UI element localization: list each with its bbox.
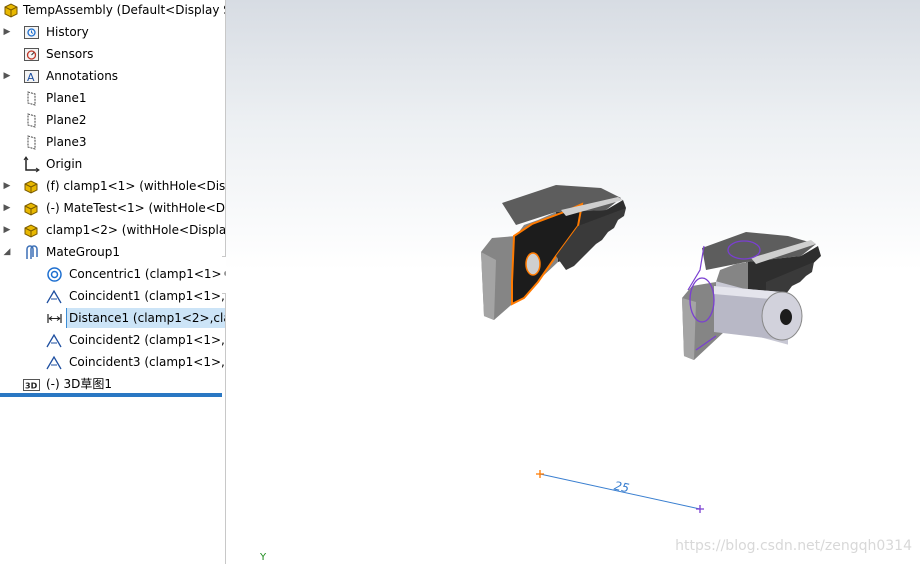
tree-item-distance1[interactable]: Distance1 (clamp1<2>,clamp	[0, 308, 225, 328]
history-icon	[24, 26, 39, 39]
tree-item-label: Sensors	[46, 47, 94, 61]
tree-item-label: (-) 3D草图1	[46, 377, 113, 391]
expand-arrow-icon[interactable]: ▶	[2, 176, 12, 196]
tree-item-label: Coincident2 (clamp1<1>,clar	[69, 333, 225, 347]
watermark-text: https://blog.csdn.net/zengqh0314	[675, 538, 912, 554]
model-canvas	[481, 185, 821, 513]
tree-item-label: Plane2	[46, 113, 87, 127]
tree-item-label: History	[46, 25, 89, 39]
expand-arrow-icon[interactable]: ▶	[2, 198, 12, 218]
tree-item-label: MateGroup1	[46, 245, 120, 259]
clamp-part-left[interactable]	[481, 185, 626, 320]
svg-text:3D: 3D	[25, 382, 38, 391]
tree-item-history[interactable]: ▶ History	[0, 22, 225, 42]
concentric-icon	[47, 267, 62, 282]
distance-icon	[47, 314, 62, 323]
plane-icon	[27, 91, 36, 106]
clamp-part-right[interactable]	[682, 232, 821, 360]
tree-item-mategroup1[interactable]: ◢ MateGroup1	[0, 242, 225, 262]
rollback-bar[interactable]	[0, 393, 222, 397]
tree-item-coincident3[interactable]: Coincident3 (clamp1<1>,clar	[0, 352, 225, 372]
triad-axis-y-label: Y	[260, 552, 267, 563]
tree-item-plane2[interactable]: Plane2	[0, 110, 225, 130]
distance-dimension-value[interactable]: 25	[613, 479, 631, 496]
tree-item-sensors[interactable]: Sensors	[0, 44, 225, 64]
tree-item-coincident2[interactable]: Coincident2 (clamp1<1>,clar	[0, 330, 225, 350]
part-icon	[24, 224, 38, 238]
plane-icon	[27, 113, 36, 128]
origin-icon	[23, 156, 40, 173]
tree-item-clamp1-2[interactable]: ▶ clamp1<2> (withHole<Display Sta	[0, 220, 225, 240]
tree-item-label: (-) MateTest<1> (withHole<Displa	[46, 201, 225, 215]
mategroup-icon	[26, 245, 38, 259]
tree-item-plane1[interactable]: Plane1	[0, 88, 225, 108]
part-icon	[24, 180, 38, 194]
plane-icon	[27, 135, 36, 150]
sensors-icon	[24, 48, 39, 61]
part-icon	[24, 202, 38, 216]
tree-item-label: Annotations	[46, 69, 119, 83]
tree-item-label: Distance1 (clamp1<2>,clamp	[66, 308, 225, 328]
expand-arrow-icon[interactable]: ▶	[2, 220, 12, 240]
tree-item-label: Concentric1 (clamp1<1>,Mat	[69, 267, 225, 281]
sketch3d-icon: 3D	[23, 379, 40, 391]
tree-item-label: (f) clamp1<1> (withHole<Display	[46, 179, 225, 193]
coincident-icon	[46, 289, 62, 304]
tree-item-3dsketch1[interactable]: 3D (-) 3D草图1	[0, 374, 225, 394]
expand-arrow-icon[interactable]: ▶	[2, 22, 12, 42]
tree-item-label: Plane1	[46, 91, 87, 105]
coincident-icon	[46, 355, 62, 370]
tree-item-label: Coincident1 (clamp1<1>,Mat	[69, 289, 225, 303]
tree-item-matetest-1[interactable]: ▶ (-) MateTest<1> (withHole<Displa	[0, 198, 225, 218]
tree-item-label: Coincident3 (clamp1<1>,clar	[69, 355, 225, 369]
tree-item-clamp1-1[interactable]: ▶ (f) clamp1<1> (withHole<Display	[0, 176, 225, 196]
tree-item-plane3[interactable]: Plane3	[0, 132, 225, 152]
expand-arrow-icon[interactable]: ▶	[2, 66, 12, 86]
tree-item-annotations[interactable]: ▶ A Annotations	[0, 66, 225, 86]
annotations-icon: A	[24, 70, 39, 84]
feature-manager-tree: TempAssembly (Default<Display State ▶ Hi…	[0, 0, 226, 564]
graphics-viewport[interactable]: 25 Y https://blog.csdn.net/zengqh0314	[226, 0, 920, 564]
tree-item-origin[interactable]: Origin	[0, 154, 225, 174]
collapse-arrow-icon[interactable]: ◢	[2, 242, 12, 262]
tree-root[interactable]: TempAssembly (Default<Display State	[0, 0, 225, 20]
coincident-icon	[46, 333, 62, 348]
tree-root-label: TempAssembly (Default<Display State	[23, 3, 225, 17]
svg-text:A: A	[27, 71, 35, 84]
assembly-icon	[4, 3, 18, 18]
tree-item-label: clamp1<2> (withHole<Display Sta	[46, 223, 225, 237]
tree-item-label: Origin	[46, 157, 83, 171]
tree-item-concentric1[interactable]: Concentric1 (clamp1<1>,Mat	[0, 264, 225, 284]
tree-item-coincident1[interactable]: Coincident1 (clamp1<1>,Mat	[0, 286, 225, 306]
tree-item-label: Plane3	[46, 135, 87, 149]
